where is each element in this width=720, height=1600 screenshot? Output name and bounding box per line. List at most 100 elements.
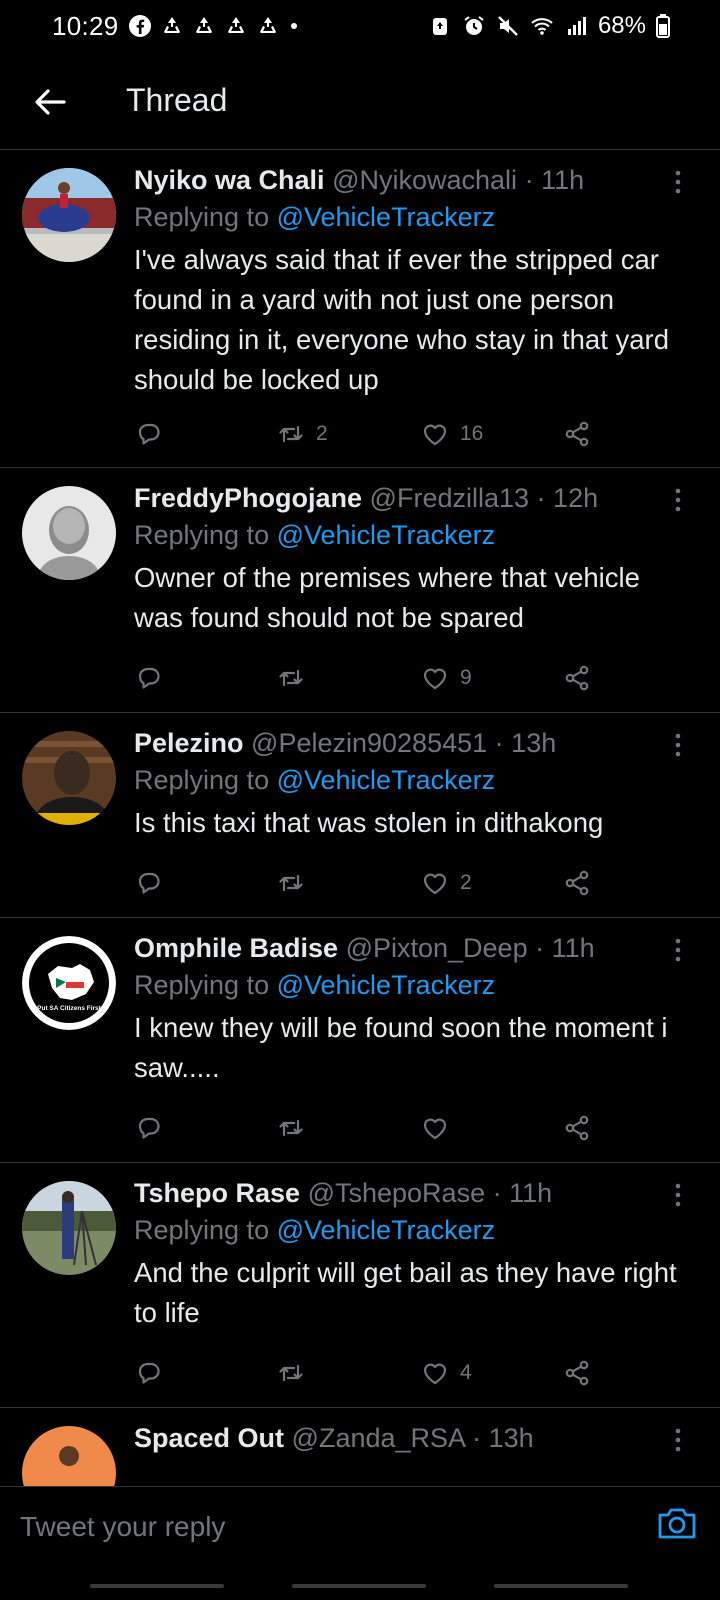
notification-icons: [128, 14, 300, 38]
tweet[interactable]: Put SA Citizens First Omphile Badise @Pi…: [0, 918, 720, 1163]
reply-icon: [138, 423, 160, 445]
nav-home-handle[interactable]: [292, 1584, 426, 1588]
more-options-icon[interactable]: [664, 168, 692, 196]
share-button[interactable]: [562, 658, 592, 698]
replying-to: Replying to @VehicleTrackerz: [134, 516, 680, 554]
reply-button[interactable]: [134, 1108, 164, 1148]
tweet[interactable]: Spaced Out @Zanda_RSA · 13h: [0, 1408, 720, 1486]
avatar[interactable]: [22, 1426, 116, 1486]
tweet-header: Tshepo Rase @TshepoRase · 11h: [134, 1175, 680, 1211]
share-button[interactable]: [562, 414, 592, 454]
display-name[interactable]: Spaced Out: [134, 1423, 284, 1453]
avatar[interactable]: [22, 168, 116, 262]
tweet[interactable]: Nyiko wa Chali @Nyikowachali · 11h Reply…: [0, 150, 720, 468]
more-options-icon[interactable]: [664, 731, 692, 759]
more-options-icon[interactable]: [664, 1181, 692, 1209]
user-handle[interactable]: @Nyikowachali: [332, 165, 517, 195]
status-time: 10:29: [52, 11, 119, 41]
user-handle[interactable]: @Zanda_RSA: [292, 1423, 465, 1453]
heart-icon: [423, 1363, 447, 1385]
retweet-icon: [279, 1364, 303, 1382]
share-button[interactable]: [562, 1353, 592, 1393]
tweet-actions: 2: [134, 863, 614, 903]
display-name[interactable]: Tshepo Rase: [134, 1178, 300, 1208]
retweet-button[interactable]: [276, 1353, 306, 1393]
display-name[interactable]: Omphile Badise: [134, 933, 338, 963]
reply-input[interactable]: [20, 1499, 620, 1555]
avatar-text: Put SA Citizens First: [37, 1005, 102, 1012]
separator: ·: [536, 483, 546, 513]
reply-button[interactable]: [134, 863, 164, 903]
replying-to: Replying to @VehicleTrackerz: [134, 198, 680, 236]
tweet-actions: 2 16: [134, 414, 614, 454]
like-button[interactable]: 2: [420, 863, 472, 903]
user-handle[interactable]: @Pixton_Deep: [346, 933, 528, 963]
mention-link[interactable]: @VehicleTrackerz: [277, 202, 495, 232]
page-title: Thread: [126, 82, 228, 118]
tweet[interactable]: Tshepo Rase @TshepoRase · 11h Replying t…: [0, 1163, 720, 1408]
reply-button[interactable]: [134, 1353, 164, 1393]
display-name[interactable]: Pelezino: [134, 728, 244, 758]
tweet-actions: 9: [134, 658, 614, 698]
retweet-button[interactable]: [276, 658, 306, 698]
mention-link[interactable]: @VehicleTrackerz: [277, 970, 495, 1000]
user-handle[interactable]: @TshepoRase: [308, 1178, 486, 1208]
user-handle[interactable]: @Fredzilla13: [370, 483, 529, 513]
share-icon: [565, 870, 589, 896]
mention-link[interactable]: @VehicleTrackerz: [277, 1215, 495, 1245]
more-options-icon[interactable]: [664, 936, 692, 964]
replying-to-label: Replying to: [134, 1215, 277, 1245]
signal-icon: [567, 17, 586, 35]
replying-to: Replying to @VehicleTrackerz: [134, 966, 680, 1004]
more-options-icon[interactable]: [664, 486, 692, 514]
tweet-header: FreddyPhogojane @Fredzilla13 · 12h: [134, 480, 680, 516]
camera-icon[interactable]: [654, 1501, 700, 1547]
mention-link[interactable]: @VehicleTrackerz: [277, 765, 495, 795]
retweet-count: 2: [316, 422, 328, 445]
status-bar: 10:29 68%: [0, 0, 720, 52]
tweet-body: Spaced Out @Zanda_RSA · 13h: [134, 1420, 680, 1456]
like-button[interactable]: 16: [420, 414, 483, 454]
retweet-button[interactable]: 2: [276, 414, 328, 454]
tweet-body: Pelezino @Pelezin90285451 · 13h Replying…: [134, 725, 680, 843]
retweet-button[interactable]: [276, 863, 306, 903]
nav-recents-handle[interactable]: [90, 1584, 224, 1588]
share-button[interactable]: [562, 1108, 592, 1148]
more-options-icon[interactable]: [664, 1426, 692, 1454]
like-button[interactable]: 9: [420, 658, 472, 698]
avatar[interactable]: [22, 731, 116, 825]
retweet-button[interactable]: [276, 1108, 306, 1148]
nav-back-handle[interactable]: [494, 1584, 628, 1588]
tweet[interactable]: FreddyPhogojane @Fredzilla13 · 12h Reply…: [0, 468, 720, 713]
separator: ·: [472, 1423, 482, 1453]
display-name[interactable]: FreddyPhogojane: [134, 483, 362, 513]
wifi-icon: [531, 18, 553, 35]
back-arrow-icon[interactable]: [30, 82, 70, 122]
tweet[interactable]: Pelezino @Pelezin90285451 · 13h Replying…: [0, 713, 720, 918]
user-handle[interactable]: @Pelezin90285451: [251, 728, 487, 758]
tweet-time: 11h: [551, 933, 595, 963]
heart-icon: [423, 424, 447, 446]
avatar[interactable]: [22, 1181, 116, 1275]
tweet-body: Omphile Badise @Pixton_Deep · 11h Replyi…: [134, 930, 680, 1088]
tweet-text: Owner of the premises where that vehicle…: [134, 562, 640, 633]
display-name[interactable]: Nyiko wa Chali: [134, 165, 325, 195]
mention-link[interactable]: @VehicleTrackerz: [277, 520, 495, 550]
system-icons: 68%: [428, 12, 670, 40]
replying-to: Replying to @VehicleTrackerz: [134, 761, 680, 799]
avatar[interactable]: Put SA Citizens First: [22, 936, 116, 1030]
like-button[interactable]: 4: [420, 1353, 472, 1393]
battery-saver-icon: [432, 18, 447, 35]
heart-icon: [423, 668, 447, 690]
reply-button[interactable]: [134, 414, 164, 454]
heart-icon: [423, 873, 447, 895]
share-button[interactable]: [562, 863, 592, 903]
tweet-actions: [134, 1108, 614, 1148]
reply-button[interactable]: [134, 658, 164, 698]
tweet-body: FreddyPhogojane @Fredzilla13 · 12h Reply…: [134, 480, 680, 638]
alarm-icon: [464, 16, 484, 35]
avatar[interactable]: [22, 486, 116, 580]
battery-icon: [656, 14, 670, 38]
reply-icon: [138, 667, 160, 689]
like-button[interactable]: [420, 1108, 450, 1148]
